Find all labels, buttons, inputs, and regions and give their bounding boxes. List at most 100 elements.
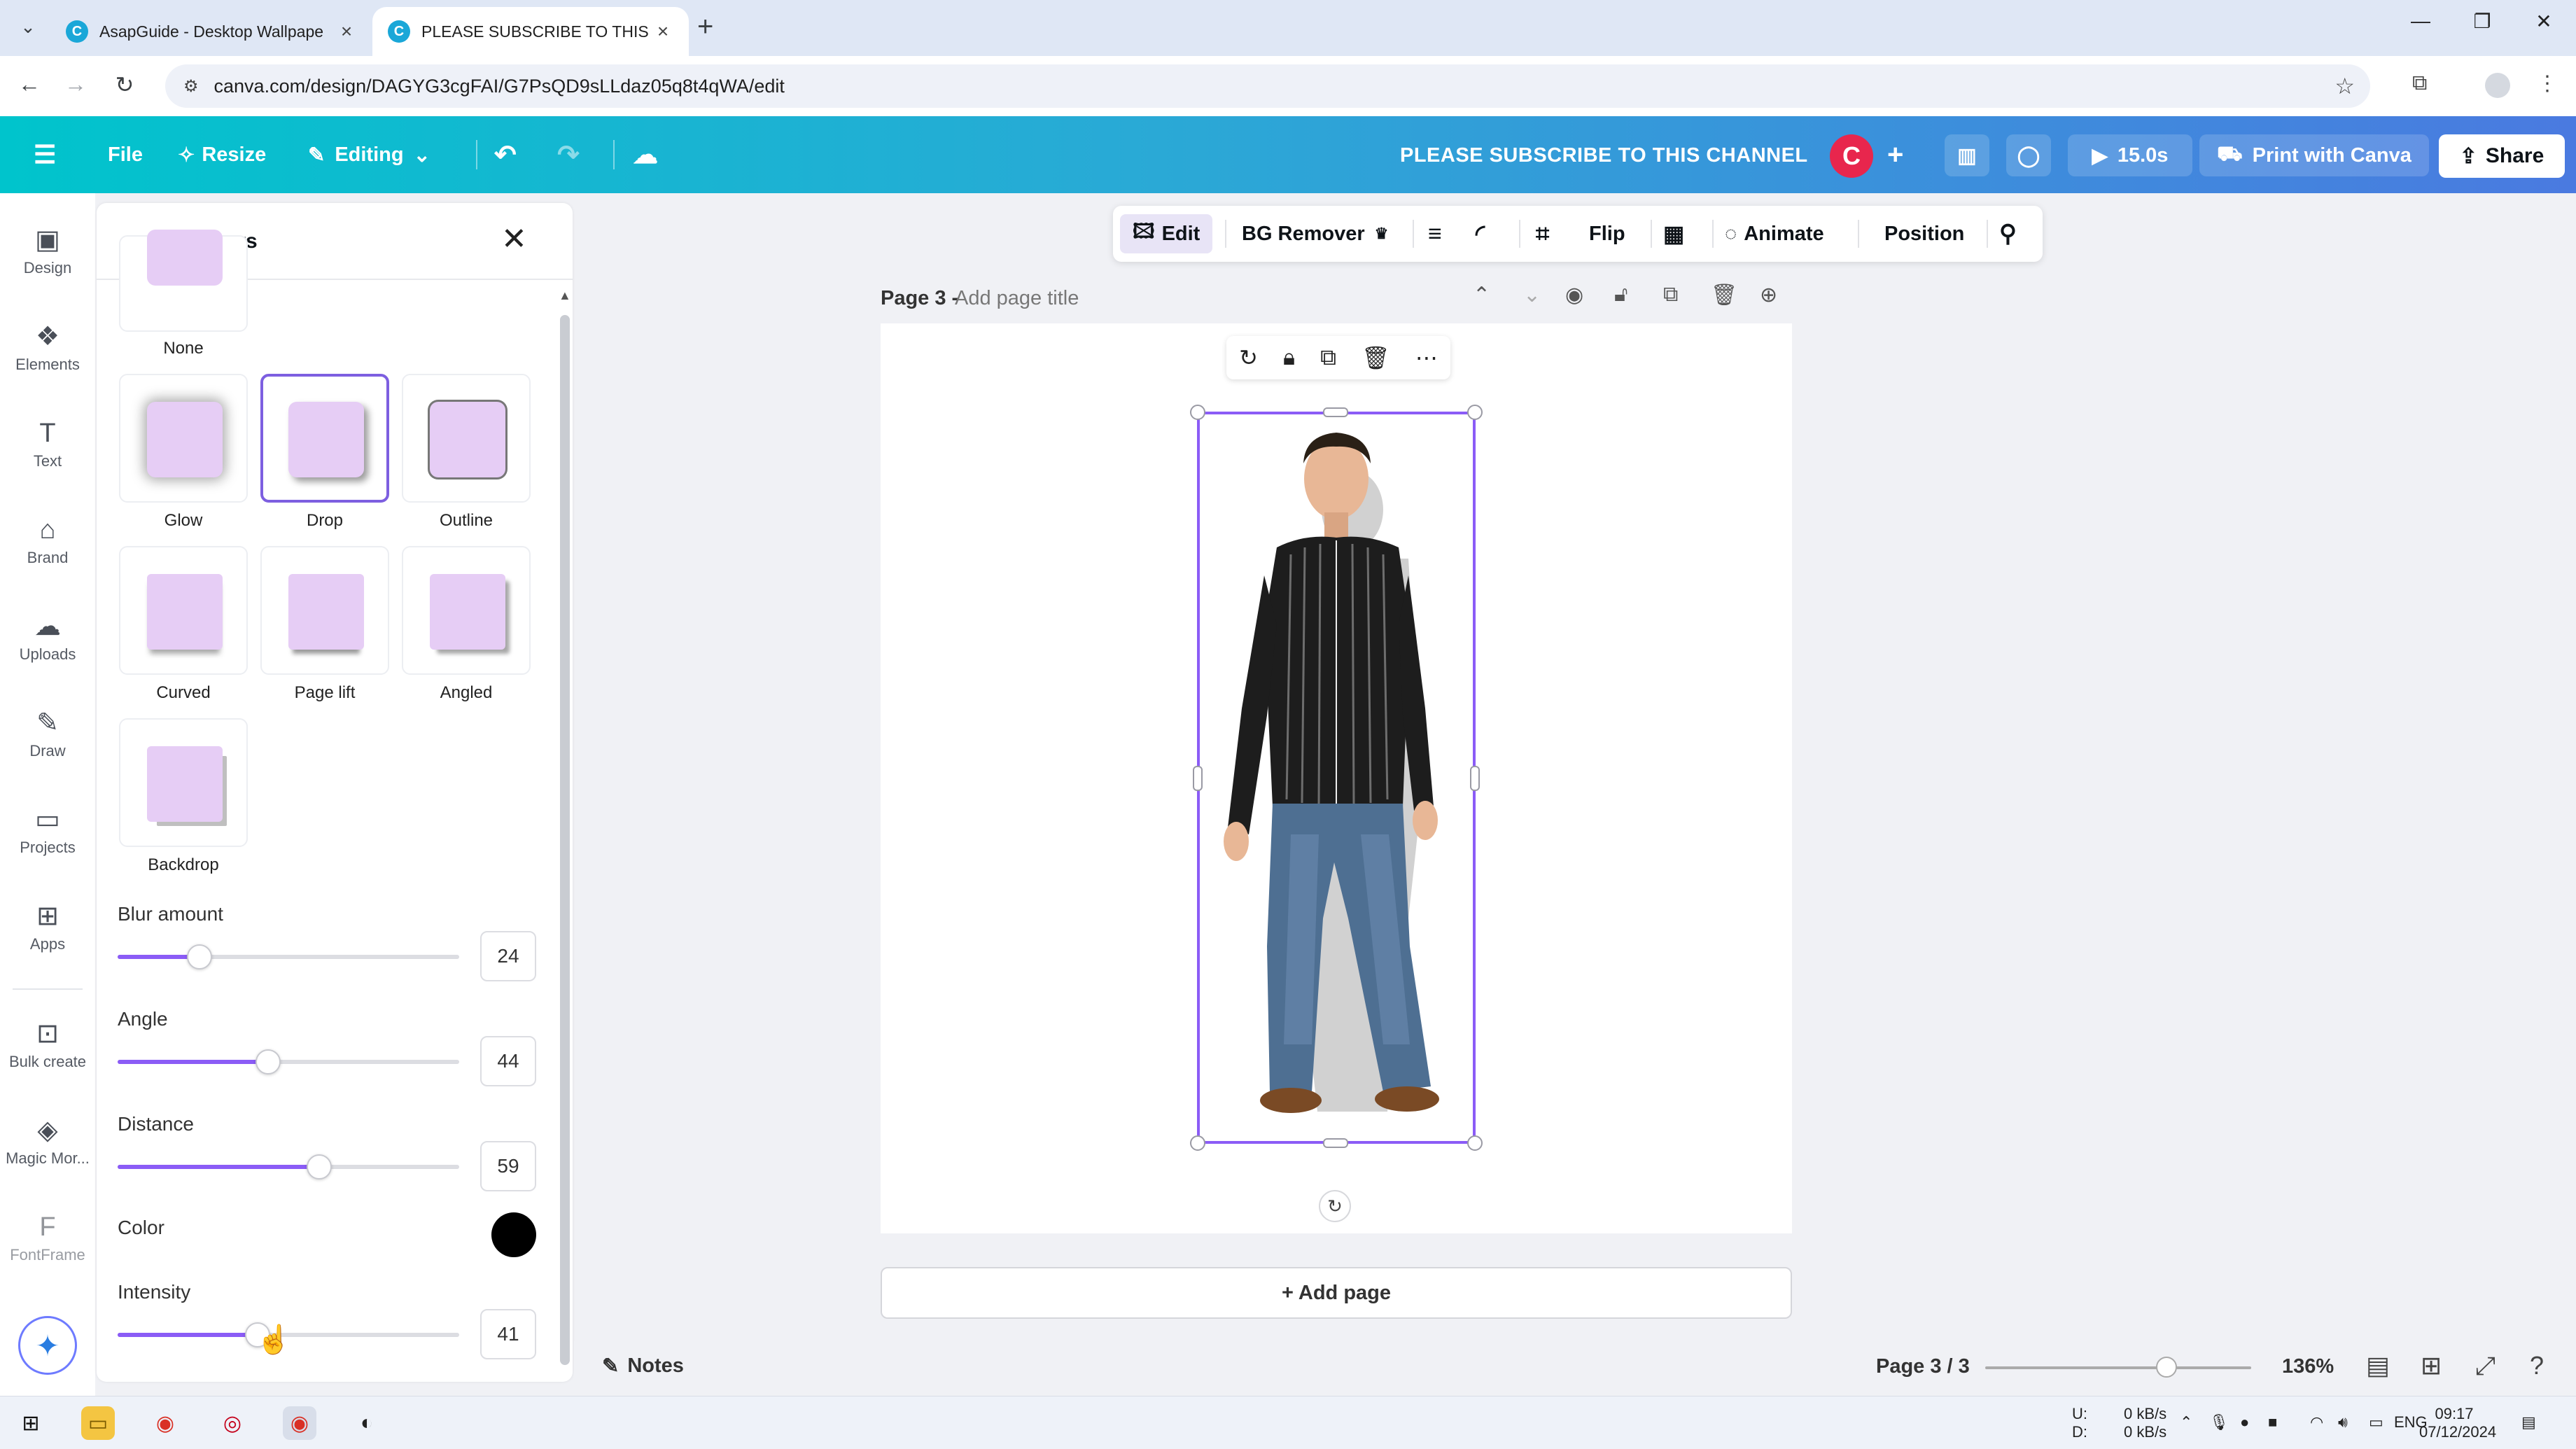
rail-item-brand[interactable]: ⌂ Brand xyxy=(0,514,95,567)
nvidia-icon[interactable]: ■ xyxy=(2268,1413,2277,1432)
back-icon[interactable]: ← xyxy=(14,71,45,97)
rotate-handle-icon[interactable]: ↻ xyxy=(1319,1190,1351,1222)
user-avatar[interactable]: C xyxy=(1830,134,1873,178)
distance-input[interactable]: 59 xyxy=(480,1141,536,1191)
present-button[interactable]: ▶ 15.0s xyxy=(2068,134,2192,176)
magic-assistant-sparkle-icon[interactable]: ✦ xyxy=(18,1316,77,1375)
transparency-icon[interactable]: ▦ xyxy=(1663,214,1684,253)
editing-mode-dropdown[interactable]: ✎ Editing ⌄ xyxy=(308,136,430,174)
redo-icon[interactable]: ↷ xyxy=(557,136,580,174)
reload-icon[interactable]: ↻ xyxy=(109,71,140,98)
resize-handle-bottom[interactable] xyxy=(1323,1138,1348,1148)
resize-handle-bottom-right[interactable] xyxy=(1467,1135,1483,1151)
shadow-preset-outline[interactable] xyxy=(402,374,531,503)
microphone-icon[interactable]: 🎙︎ xyxy=(2209,1413,2229,1432)
duplicate-icon[interactable]: ⧉ xyxy=(1320,344,1336,371)
slider-thumb[interactable] xyxy=(306,1154,332,1180)
zoom-level[interactable]: 136% xyxy=(2282,1355,2334,1378)
main-menu-icon[interactable]: ☰ xyxy=(34,136,56,174)
insights-chart-icon[interactable]: ▥ xyxy=(1945,134,1989,176)
browser-tab-asapguide[interactable]: C AsapGuide - Desktop Wallpape × xyxy=(50,7,372,56)
corner-rounding-icon[interactable]: ◜ xyxy=(1476,214,1485,253)
resize-handle-right[interactable] xyxy=(1470,766,1480,791)
shadow-preset-backdrop[interactable] xyxy=(119,718,248,847)
shadow-preset-page-lift[interactable] xyxy=(260,546,389,675)
extensions-icon[interactable]: ⧉ xyxy=(2412,71,2427,95)
panel-scrollbar[interactable] xyxy=(560,315,570,1365)
collapse-down-icon[interactable]: ⌄ xyxy=(1523,283,1541,307)
rail-item-projects[interactable]: ▭ Projects xyxy=(0,804,95,857)
zoom-slider[interactable] xyxy=(1985,1366,2251,1369)
recorder-icon[interactable]: ◎ xyxy=(216,1406,249,1440)
fullscreen-icon[interactable]: ⤢ xyxy=(2475,1351,2496,1381)
delete-icon[interactable]: 🗑︎ xyxy=(1362,344,1390,371)
intensity-input[interactable]: 41 xyxy=(480,1309,536,1359)
resize-handle-top-right[interactable] xyxy=(1467,405,1483,420)
more-options-icon[interactable]: ⋯ xyxy=(1415,344,1438,371)
browser-tab-design[interactable]: C PLEASE SUBSCRIBE TO THIS CH × xyxy=(372,7,689,56)
rail-item-text[interactable]: T Text xyxy=(0,417,95,470)
print-with-canva-button[interactable]: ⛟ Print with Canva xyxy=(2199,134,2429,176)
rail-item-uploads[interactable]: ☁ Uploads xyxy=(0,610,95,664)
rail-item-fontframe[interactable]: F FontFrame xyxy=(0,1211,95,1264)
scroll-up-icon[interactable]: ▲ xyxy=(559,288,571,303)
border-style-icon[interactable]: ≡ xyxy=(1428,214,1442,253)
clock[interactable]: 09:17 07/12/2024 xyxy=(2419,1405,2496,1441)
rail-item-apps[interactable]: ⊞ Apps xyxy=(0,900,95,953)
forward-icon[interactable]: → xyxy=(60,71,91,97)
undo-icon[interactable]: ↶ xyxy=(494,136,517,174)
shadow-preset-angled[interactable] xyxy=(402,546,531,675)
notifications-icon[interactable]: ▤ xyxy=(2521,1413,2536,1432)
close-window-icon[interactable]: ✕ xyxy=(2523,10,2565,33)
browser-menu-icon[interactable]: ⋮ xyxy=(2537,71,2558,96)
comment-icon[interactable]: ↻ xyxy=(1239,344,1258,371)
page-title-input[interactable]: Add page title xyxy=(955,287,1079,310)
file-explorer-icon[interactable]: ▭ xyxy=(81,1406,115,1440)
animate-button[interactable]: ◌ Animate xyxy=(1725,214,1824,253)
rail-item-draw[interactable]: ✎ Draw xyxy=(0,707,95,760)
add-collaborator-icon[interactable]: + xyxy=(1887,136,1903,174)
notes-button[interactable]: ✎ Notes xyxy=(602,1354,684,1378)
slider-thumb[interactable] xyxy=(255,1049,281,1074)
crop-icon[interactable]: ⌗ xyxy=(1536,214,1549,253)
duplicate-page-icon[interactable]: ⧉ xyxy=(1663,283,1678,307)
angle-slider[interactable] xyxy=(118,1049,459,1074)
resize-button[interactable]: ✧ Resize xyxy=(178,136,266,174)
rail-item-elements[interactable]: ❖ Elements xyxy=(0,321,95,374)
close-panel-icon[interactable]: ✕ xyxy=(501,221,527,257)
volume-icon[interactable]: 🔊︎ xyxy=(2338,1413,2348,1432)
grid-view-icon[interactable]: ⊞ xyxy=(2421,1351,2442,1380)
shadow-preset-glow[interactable] xyxy=(119,374,248,503)
help-icon[interactable]: ? xyxy=(2530,1351,2544,1380)
page-indicator[interactable]: Page 3 / 3 xyxy=(1876,1355,1970,1378)
share-button[interactable]: ⇪ Share xyxy=(2439,134,2565,178)
copy-style-icon[interactable]: ⚲ xyxy=(1999,214,2017,253)
edit-image-button[interactable]: 🖾 Edit xyxy=(1120,214,1213,253)
cloud-save-icon[interactable]: ☁ xyxy=(633,136,658,174)
rail-item-bulk-create[interactable]: ⊡ Bulk create xyxy=(0,1018,95,1071)
scroll-view-icon[interactable]: ▤ xyxy=(2366,1351,2390,1380)
rail-item-magic-morph[interactable]: ◈ Magic Mor... xyxy=(0,1114,95,1168)
windows-start-icon[interactable]: ⊞ xyxy=(14,1406,48,1440)
bookmark-star-icon[interactable]: ☆ xyxy=(2334,73,2355,99)
obs-icon[interactable]: ◐ xyxy=(350,1406,384,1440)
design-title[interactable]: PLEASE SUBSCRIBE TO THIS CHANNEL xyxy=(1400,144,1808,167)
chrome-icon[interactable]: ◉ xyxy=(148,1406,182,1440)
file-menu[interactable]: File xyxy=(108,136,143,174)
comments-icon[interactable]: ◯ xyxy=(2006,134,2051,176)
lock-icon[interactable]: 🔒︎ xyxy=(1283,344,1295,371)
resize-handle-top[interactable] xyxy=(1323,407,1348,417)
wifi-icon[interactable]: ◠ xyxy=(2310,1413,2323,1432)
bg-remover-button[interactable]: BG Remover ♛ xyxy=(1242,214,1388,253)
blur-amount-input[interactable]: 24 xyxy=(480,931,536,981)
url-field[interactable]: ⚙ canva.com/design/DAGYG3cgFAI/G7PsQD9sL… xyxy=(165,64,2370,108)
angle-input[interactable]: 44 xyxy=(480,1036,536,1086)
hide-page-icon[interactable]: ◉ xyxy=(1565,283,1583,307)
delete-page-icon[interactable]: 🗑︎ xyxy=(1711,283,1737,307)
rail-item-design[interactable]: ▣ Design xyxy=(0,224,95,277)
distance-slider[interactable] xyxy=(118,1154,459,1180)
flip-button[interactable]: Flip xyxy=(1589,214,1625,253)
collapse-up-icon[interactable]: ⌃ xyxy=(1473,283,1490,307)
blur-amount-slider[interactable] xyxy=(118,944,459,969)
chrome-active-icon[interactable]: ◉ xyxy=(283,1406,316,1440)
